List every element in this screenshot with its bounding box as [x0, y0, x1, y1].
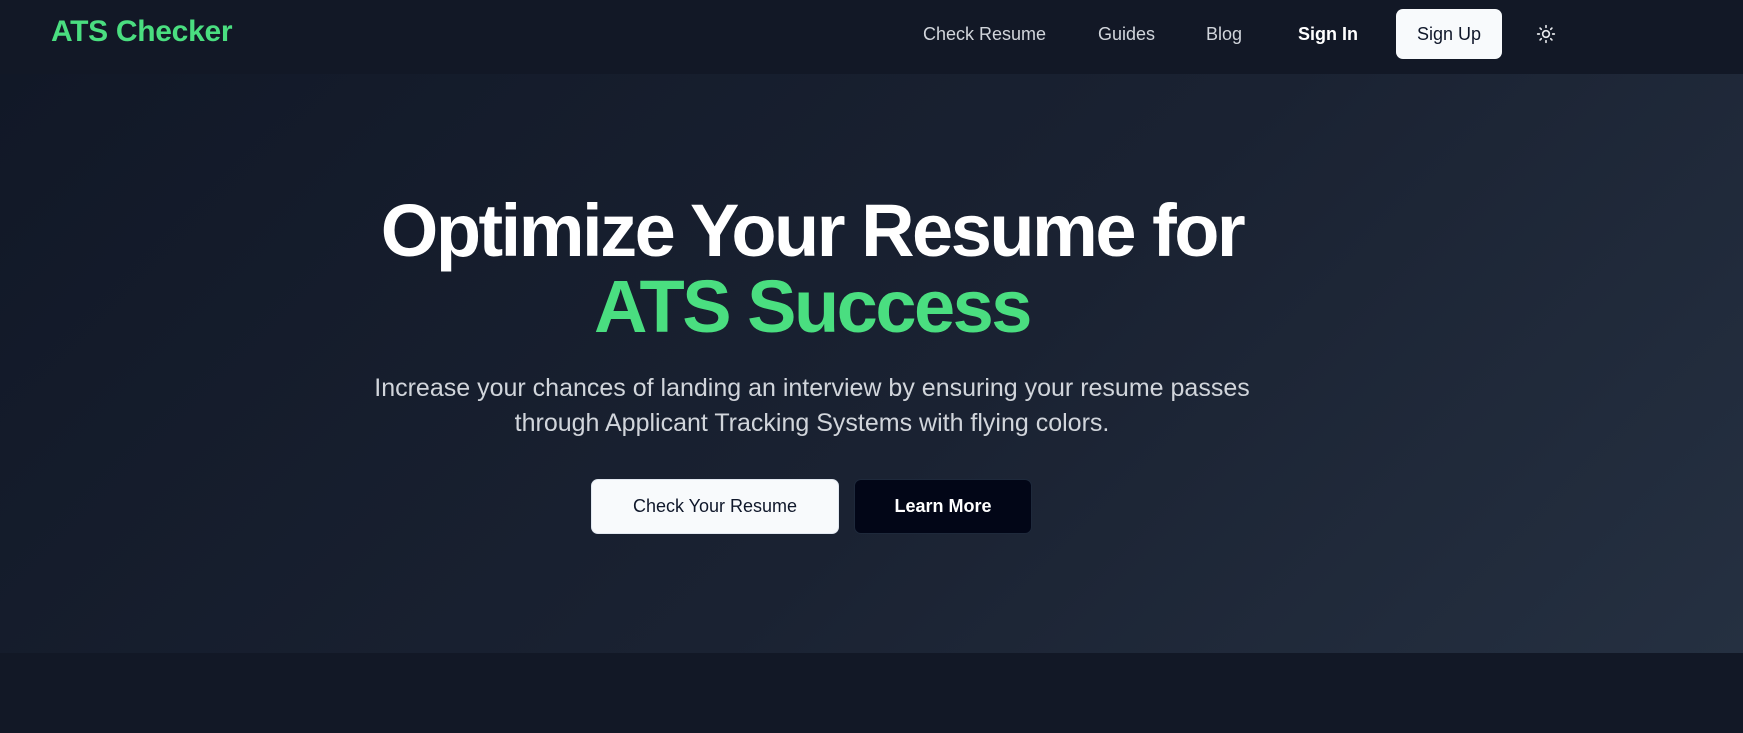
- check-your-resume-button[interactable]: Check Your Resume: [591, 479, 839, 534]
- brand-logo[interactable]: ATS Checker: [51, 15, 233, 49]
- hero-headline: Optimize Your Resume for: [380, 189, 1246, 272]
- hero-headline-accent: ATS Success: [594, 265, 1032, 348]
- hero-subtitle-line-1: Increase your chances of landing an inte…: [374, 374, 1250, 402]
- nav-link-check-resume[interactable]: Check Resume: [923, 24, 1046, 45]
- sun-icon: [1536, 24, 1556, 44]
- theme-toggle-button[interactable]: [1532, 20, 1560, 48]
- nav-link-blog[interactable]: Blog: [1206, 24, 1242, 45]
- learn-more-button[interactable]: Learn More: [854, 479, 1032, 534]
- navbar: ATS Checker Check Resume Guides Blog Sig…: [0, 0, 1743, 74]
- hero-subtitle-line-2: through Applicant Tracking Systems with …: [514, 409, 1110, 437]
- hero-section: Optimize Your Resume for ATS Success Inc…: [0, 74, 1743, 653]
- nav-link-guides[interactable]: Guides: [1098, 24, 1155, 45]
- sign-in-link[interactable]: Sign In: [1298, 24, 1358, 45]
- sign-up-button[interactable]: Sign Up: [1396, 9, 1502, 59]
- page-bottom-section: [0, 653, 1743, 733]
